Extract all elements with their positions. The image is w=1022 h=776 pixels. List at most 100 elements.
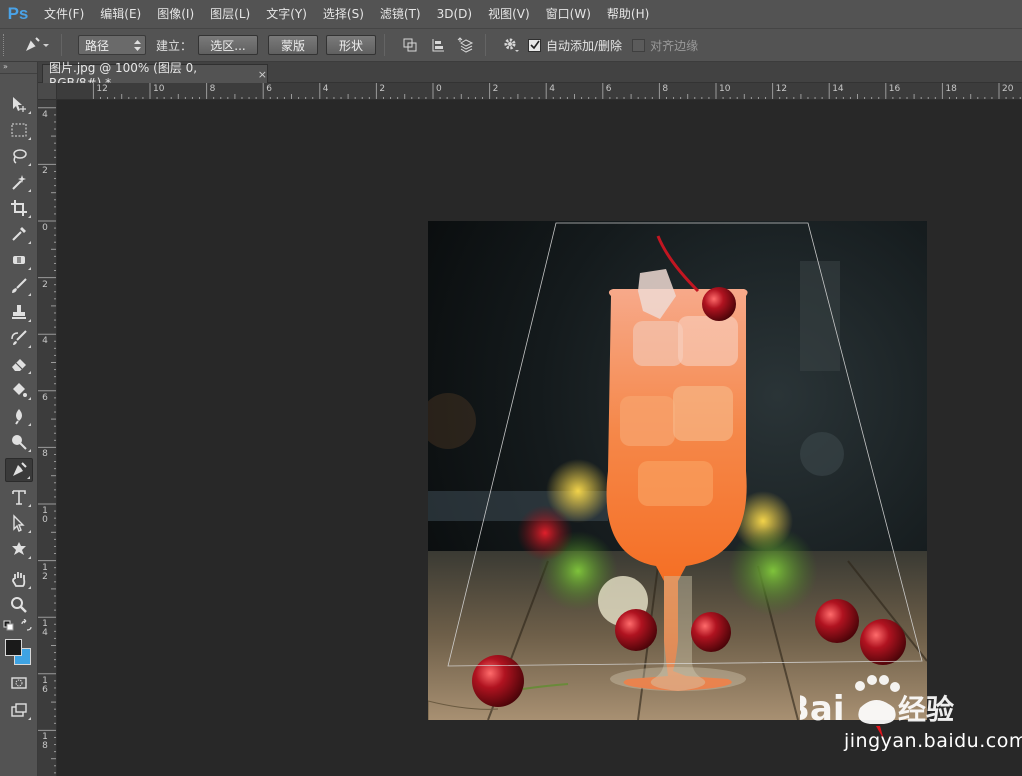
move-arrow-icon xyxy=(13,97,26,112)
cocktail-photo[interactable] xyxy=(428,221,927,720)
ruler-left-label: 18 xyxy=(42,732,48,752)
caret-down-icon xyxy=(43,44,49,47)
menu-select[interactable]: 选择(S) xyxy=(315,0,372,28)
paint-bucket-tool[interactable] xyxy=(5,378,33,402)
ruler-top-label: 4 xyxy=(549,84,555,94)
document-tab-bar: 图片.jpg @ 100% (图层 0, RGB/8#) * × xyxy=(38,61,1022,90)
paint-bucket-icon xyxy=(13,383,27,397)
watermark-brand-left: Bai xyxy=(800,689,845,729)
ruler-top-label: 12 xyxy=(96,84,108,94)
ruler-left-label: 0 xyxy=(42,223,48,233)
ruler-top-label: 6 xyxy=(266,84,272,94)
healing-brush-tool[interactable] xyxy=(5,248,33,272)
menu-bar: Ps 文件(F) 编辑(E) 图像(I) 图层(L) 文字(Y) 选择(S) 滤… xyxy=(0,0,1022,28)
align-edges-label: 对齐边缘 xyxy=(650,38,699,53)
ruler-left-label: 10 xyxy=(42,506,48,525)
ruler-left-label: 2 xyxy=(42,166,48,177)
menu-file[interactable]: 文件(F) xyxy=(36,0,92,28)
options-grip[interactable] xyxy=(3,34,9,56)
make-shape-button[interactable]: 形状 xyxy=(326,35,377,55)
eyedropper-tool[interactable] xyxy=(5,222,33,246)
custom-shape-tool[interactable] xyxy=(5,537,33,561)
ruler-origin[interactable] xyxy=(38,83,57,100)
ruler-left-label: 6 xyxy=(42,392,48,403)
ruler-left-label: 2 xyxy=(42,279,48,290)
path-alignment-icon xyxy=(432,39,445,52)
menu-view[interactable]: 视图(V) xyxy=(480,0,538,28)
close-icon[interactable]: × xyxy=(258,68,267,81)
pen-mode-select[interactable]: 路径 xyxy=(78,35,146,55)
default-colors-button[interactable] xyxy=(3,620,15,632)
path-selection-tool[interactable] xyxy=(5,511,33,535)
type-t-icon xyxy=(12,490,26,505)
ruler-top-label: 14 xyxy=(832,84,844,94)
document-tab[interactable]: 图片.jpg @ 100% (图层 0, RGB/8#) * × xyxy=(42,61,268,90)
align-edges-checkbox[interactable] xyxy=(632,38,646,52)
ruler-top-label: 8 xyxy=(662,84,669,94)
pen-icon xyxy=(13,462,27,476)
ruler-left-label: 16 xyxy=(42,675,48,695)
history-brush-tool[interactable] xyxy=(5,326,33,350)
screen-mode-button[interactable] xyxy=(5,698,33,722)
hand-tool[interactable] xyxy=(5,567,33,591)
ruler-top-label: 10 xyxy=(153,84,165,94)
menu-3d[interactable]: 3D(D) xyxy=(429,0,480,28)
dodge-icon xyxy=(12,435,27,450)
default-colors-icon xyxy=(3,620,14,631)
make-selection-button[interactable]: 选区... xyxy=(198,35,259,55)
pen-tool[interactable] xyxy=(5,458,33,482)
ruler-top-label: 4 xyxy=(322,84,329,94)
path-operations-button[interactable] xyxy=(399,34,421,56)
path-operations-icon xyxy=(403,38,417,52)
vertical-ruler-ticks xyxy=(38,107,56,774)
photoshop-logo: Ps xyxy=(7,4,29,23)
menu-type[interactable]: 文字(Y) xyxy=(258,0,315,28)
checkmark-icon xyxy=(529,40,540,50)
move-tool[interactable] xyxy=(5,92,33,116)
bandage-icon xyxy=(13,256,25,264)
ruler-top-label: 2 xyxy=(379,84,386,94)
make-label: 建立： xyxy=(156,38,193,53)
rectangular-marquee-tool[interactable] xyxy=(5,118,33,142)
menu-window[interactable]: 窗口(W) xyxy=(538,0,599,28)
make-mask-button[interactable]: 蒙版 xyxy=(268,35,319,55)
auto-add-delete-checkbox[interactable] xyxy=(528,38,542,52)
foreground-color-swatch[interactable] xyxy=(5,639,22,656)
menu-filter[interactable]: 滤镜(T) xyxy=(372,0,429,28)
dodge-tool[interactable] xyxy=(5,430,33,454)
pen-settings-button[interactable] xyxy=(500,34,522,56)
path-alignment-button[interactable] xyxy=(427,34,449,56)
swap-colors-button[interactable] xyxy=(20,618,33,632)
screen-mode-icon xyxy=(11,703,27,717)
toolbox-collapse-button[interactable]: » xyxy=(0,62,37,74)
menu-layer[interactable]: 图层(L) xyxy=(202,0,258,28)
magic-wand-tool[interactable] xyxy=(5,170,33,194)
menu-edit[interactable]: 编辑(E) xyxy=(92,0,149,28)
blur-tool[interactable] xyxy=(5,404,33,428)
lasso-tool[interactable] xyxy=(5,144,33,168)
brush-tool[interactable] xyxy=(5,274,33,298)
tool-preset-picker[interactable] xyxy=(19,32,53,58)
type-tool[interactable] xyxy=(5,485,33,509)
zoom-tool[interactable] xyxy=(5,593,33,617)
crop-tool[interactable] xyxy=(5,196,33,220)
path-arrangement-icon xyxy=(457,37,474,53)
ruler-top-label: 10 xyxy=(719,84,731,94)
ruler-left-label: 8 xyxy=(42,449,48,460)
hand-icon xyxy=(12,572,26,587)
custom-shape-icon xyxy=(12,542,26,555)
ruler-top-label: 2 xyxy=(492,84,499,94)
menu-image[interactable]: 图像(I) xyxy=(149,0,202,28)
clone-stamp-tool[interactable] xyxy=(5,300,33,324)
ruler-left-label: 12 xyxy=(42,562,48,582)
vertical-ruler[interactable]: 4 2 0 2 4 6 8 10 12 14 16 18 xyxy=(38,100,57,776)
menu-help[interactable]: 帮助(H) xyxy=(599,0,657,28)
quick-mask-icon xyxy=(11,677,27,689)
auto-add-delete-label[interactable]: 自动添加/删除 xyxy=(546,37,622,54)
eraser-tool[interactable] xyxy=(5,352,33,376)
path-arrangement-button[interactable] xyxy=(455,34,477,56)
marquee-icon xyxy=(11,123,27,137)
horizontal-ruler[interactable]: 12 10 8 6 4 2 0 2 4 6 8 10 12 14 16 18 20 xyxy=(57,83,1022,100)
ruler-top-label: 0 xyxy=(436,84,442,94)
quick-mask-button[interactable] xyxy=(5,671,33,695)
